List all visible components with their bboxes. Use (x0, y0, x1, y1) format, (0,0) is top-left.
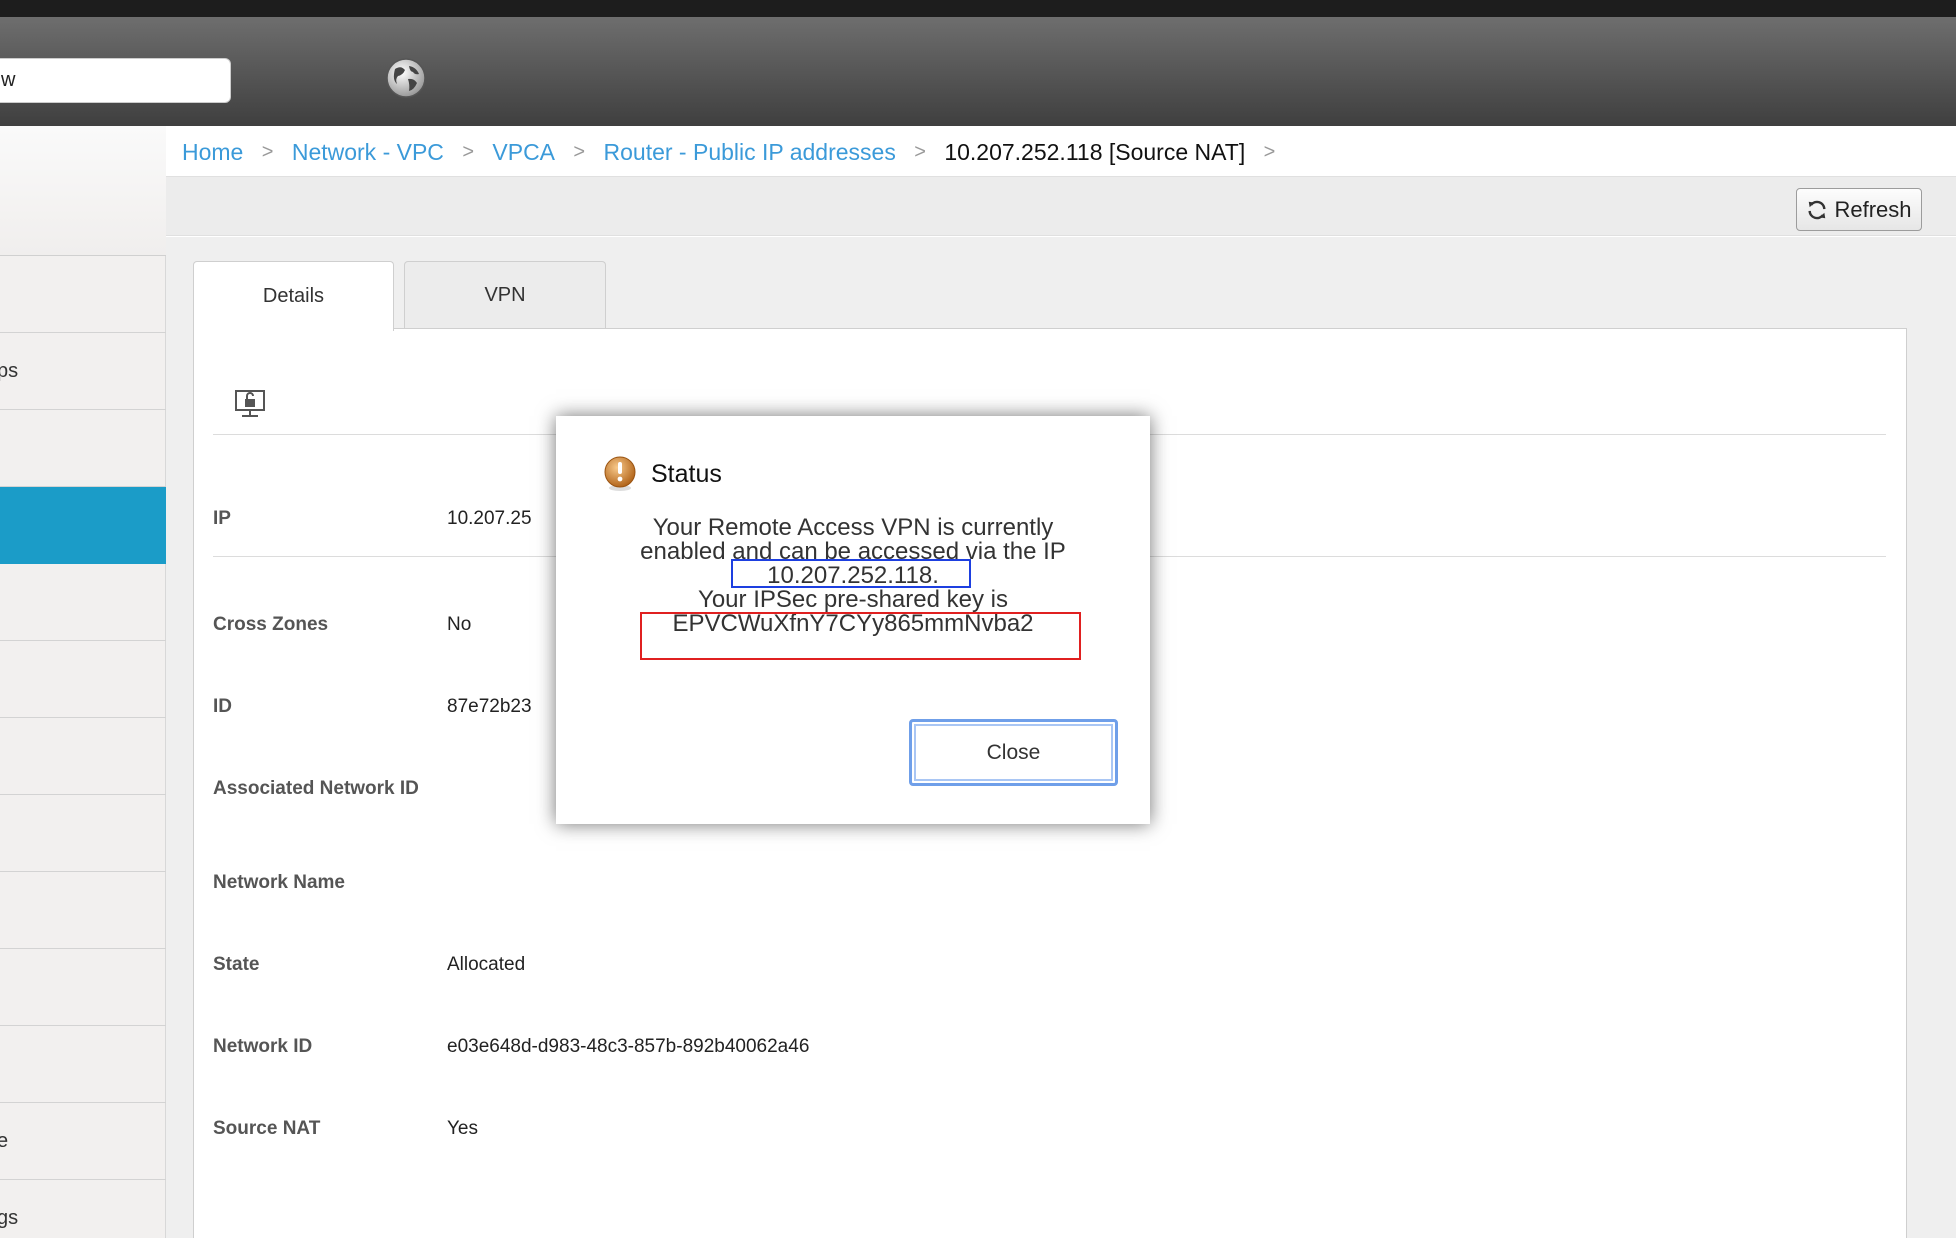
tab-vpn[interactable]: VPN (404, 261, 606, 329)
detail-label-network-name: Network Name (213, 872, 345, 893)
detail-label-cross-zones: Cross Zones (213, 614, 329, 635)
toolbar: Refresh (166, 176, 1956, 236)
sidebar-item-6[interactable] (0, 641, 166, 718)
sidebar-item-7[interactable] (0, 718, 166, 795)
breadcrumb-network-vpc[interactable]: Network - VPC (292, 139, 444, 166)
detail-label-id: ID (213, 696, 232, 717)
sidebar-item-11[interactable] (0, 1026, 166, 1103)
detail-label-network-id: Network ID (213, 1036, 313, 1057)
key-highlight-box (640, 612, 1081, 660)
breadcrumb-separator: > (261, 141, 274, 164)
sidebar-item-label: gs (0, 1207, 19, 1229)
detail-label-ip: IP (213, 508, 231, 529)
refresh-button[interactable]: Refresh (1796, 188, 1922, 231)
breadcrumb-vpca[interactable]: VPCA (492, 139, 555, 166)
detail-value-state: Allocated (447, 954, 526, 975)
breadcrumb-separator: > (1263, 141, 1276, 164)
dialog-title: Status (651, 459, 722, 488)
sidebar: ps e gs (0, 126, 166, 1238)
sidebar-header (0, 126, 166, 256)
detail-label-associated-network-id: Associated Network ID (213, 778, 419, 799)
breadcrumb-separator: > (573, 141, 586, 164)
sidebar-item-1[interactable] (0, 256, 166, 333)
sidebar-item-10[interactable] (0, 949, 166, 1026)
breadcrumb-current: 10.207.252.118 [Source NAT] (944, 139, 1246, 166)
status-dialog: Status Your Remote Access VPN is current… (556, 416, 1150, 824)
sidebar-item-13[interactable]: gs (0, 1180, 166, 1238)
remote-access-vpn-icon[interactable] (234, 387, 266, 419)
dialog-message-line4: Your IPSec pre-shared key is (698, 586, 1008, 613)
tab-vpn-label: VPN (484, 284, 526, 306)
sidebar-item-label: e (0, 1130, 9, 1152)
detail-value-cross-zones: No (447, 614, 472, 635)
sidebar-item-2[interactable]: ps (0, 333, 166, 410)
sidebar-item-active[interactable] (0, 487, 166, 564)
sidebar-item-label: ps (0, 360, 19, 382)
refresh-label: Refresh (1834, 196, 1912, 222)
close-button[interactable]: Close (909, 719, 1118, 786)
breadcrumb: Home > Network - VPC > VPCA > Router - P… (182, 138, 1287, 168)
sidebar-item-12[interactable]: e (0, 1103, 166, 1180)
breadcrumb-separator: > (914, 141, 926, 164)
detail-value-network-id: e03e648d-d983-48c3-857b-892b40062a46 (447, 1036, 810, 1057)
detail-label-state: State (213, 954, 260, 975)
detail-value-ip: 10.207.25 (447, 508, 532, 529)
alert-icon (604, 456, 636, 491)
breadcrumb-public-ip[interactable]: Router - Public IP addresses (604, 139, 896, 166)
detail-value-source-nat: Yes (447, 1118, 478, 1139)
globe-icon[interactable] (385, 57, 427, 99)
app-header: w (0, 17, 1956, 126)
dialog-message-line1: Your Remote Access VPN is currently (652, 514, 1054, 541)
detail-label-source-nat: Source NAT (213, 1118, 321, 1139)
sidebar-item-5[interactable] (0, 564, 166, 641)
ip-highlight-box (731, 559, 971, 588)
tab-details[interactable]: Details (193, 261, 394, 331)
sidebar-item-8[interactable] (0, 795, 166, 872)
dialog-header: Status (601, 454, 722, 494)
detail-value-id: 87e72b23 (447, 696, 532, 717)
sidebar-item-9[interactable] (0, 872, 166, 949)
sidebar-item-3[interactable] (0, 410, 166, 487)
tab-details-label: Details (262, 285, 325, 307)
search-input[interactable]: w (0, 58, 231, 103)
top-strip (0, 0, 1956, 17)
breadcrumb-separator: > (462, 141, 474, 164)
breadcrumb-home[interactable]: Home (182, 139, 243, 166)
refresh-icon (1808, 200, 1826, 219)
